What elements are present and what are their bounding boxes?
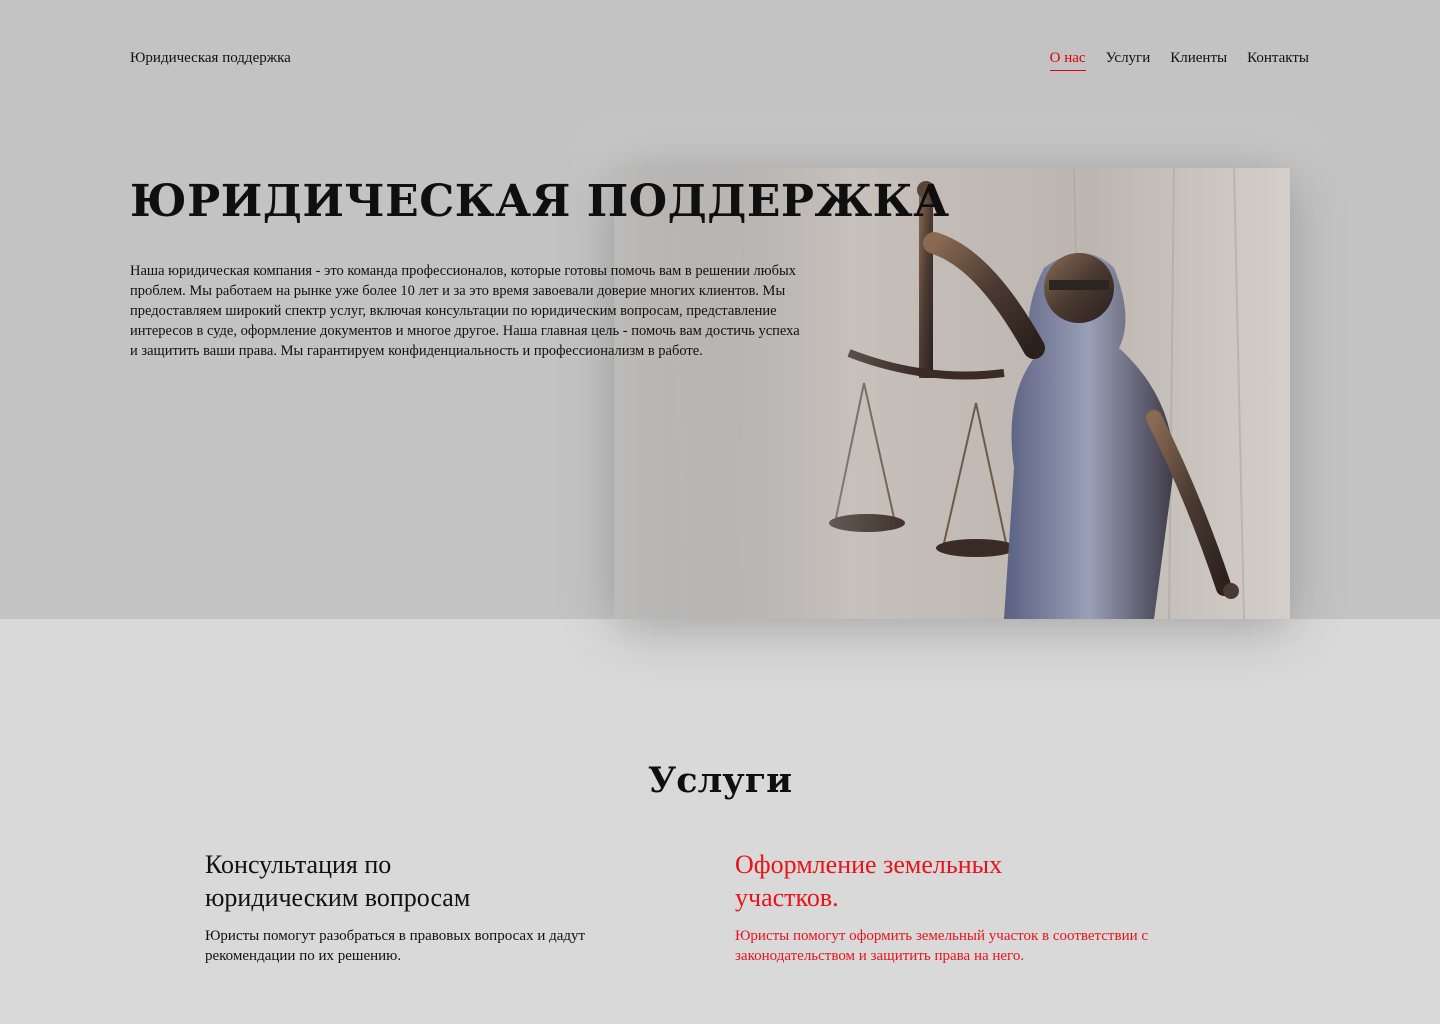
site-header: Юридическая поддержка О нас Услуги Клиен… — [130, 48, 1309, 74]
service-title: Консультация по юридическим вопросам — [205, 850, 471, 912]
service-description: Юристы помогут разобраться в правовых во… — [205, 928, 586, 964]
nav-contacts[interactable]: Контакты — [1247, 50, 1309, 71]
services-heading: Услуги — [647, 760, 793, 801]
service-card-land: Оформление земельных участков. Юристы по… — [735, 848, 1205, 966]
service-card-consultation: Консультация по юридическим вопросам Юри… — [205, 848, 675, 966]
nav-services[interactable]: Услуги — [1106, 50, 1151, 71]
hero-section: Юридическая поддержка О нас Услуги Клиен… — [0, 0, 1440, 650]
service-description: Юристы помогут оформить земельный участо… — [735, 928, 1149, 964]
brand-logo[interactable]: Юридическая поддержка — [130, 50, 291, 67]
lady-justice-image — [614, 168, 1290, 619]
hero-title: ЮРИДИЧЕСКАЯ ПОДДЕРЖКА — [130, 176, 950, 227]
hero-description: Наша юридическая компания - это команда … — [130, 263, 800, 359]
lady-justice-statue-image — [614, 168, 1290, 619]
nav-about[interactable]: О нас — [1049, 50, 1086, 71]
main-nav: О нас Услуги Клиенты Контакты — [1049, 50, 1309, 71]
service-title: Оформление земельных участков. — [735, 850, 1003, 912]
nav-clients[interactable]: Клиенты — [1170, 50, 1227, 71]
